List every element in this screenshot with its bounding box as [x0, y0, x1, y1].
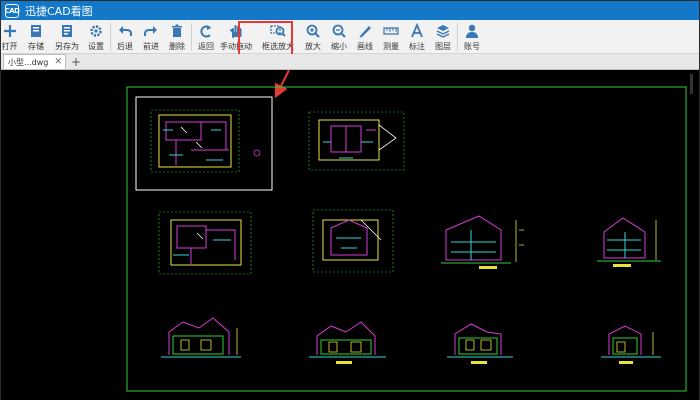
- ruler-icon: [383, 27, 399, 35]
- elevation-drawing-3: [447, 323, 513, 364]
- section-drawing-1: [441, 215, 524, 269]
- zoom-box-icon: [270, 25, 286, 37]
- open-button[interactable]: 打开: [1, 20, 18, 54]
- text-a-icon: [411, 23, 423, 38]
- account-button[interactable]: 账号: [461, 20, 483, 54]
- callout-arrow: [274, 70, 290, 99]
- drawing-canvas[interactable]: [1, 70, 699, 400]
- floor-plan-3: [158, 211, 252, 275]
- zoom-in-button[interactable]: 放大: [302, 20, 324, 54]
- toolbar-divider: [110, 23, 111, 51]
- measure-button[interactable]: 测量: [380, 20, 402, 54]
- pan-button[interactable]: 手动拖动: [220, 20, 252, 54]
- elevation-drawing-4: [601, 325, 661, 364]
- return-button[interactable]: 返回: [195, 20, 217, 54]
- delete-button[interactable]: 删除: [166, 20, 188, 54]
- title-bar: CAD 迅捷CAD看图: [1, 1, 699, 20]
- hand-icon: [230, 25, 242, 38]
- zoom-box-button[interactable]: 框选放大: [258, 20, 298, 54]
- document-tab-bar: 小型...dwg ✕ +: [1, 54, 699, 70]
- undo-icon: [119, 26, 132, 36]
- save-icon: [31, 25, 41, 37]
- elevation-drawing-2: [309, 321, 386, 364]
- section-drawing-2: [597, 217, 661, 267]
- undo-button[interactable]: 后退: [114, 20, 136, 54]
- canvas-scroll-handle[interactable]: [690, 74, 693, 94]
- pen-icon: [359, 26, 371, 38]
- annotate-button[interactable]: 标注: [406, 20, 428, 54]
- toolbar-divider: [191, 23, 192, 51]
- zoom-out-icon: [332, 24, 346, 38]
- tab-label: 小型...dwg: [8, 57, 49, 67]
- zoom-in-icon: [306, 24, 320, 38]
- zoom-out-button[interactable]: 缩小: [328, 20, 350, 54]
- trash-icon: [172, 24, 182, 37]
- plus-icon: [3, 25, 16, 37]
- cad-drawing: [126, 70, 687, 392]
- tab-drawing-file[interactable]: 小型...dwg ✕: [3, 54, 66, 69]
- floor-plan-1: [150, 109, 261, 173]
- settings-button[interactable]: 设置: [85, 20, 107, 54]
- layers-icon: [436, 25, 450, 38]
- redo-button[interactable]: 前进: [140, 20, 162, 54]
- close-icon[interactable]: ✕: [54, 57, 62, 67]
- app-title: 迅捷CAD看图: [25, 4, 93, 18]
- user-icon: [466, 24, 478, 38]
- floor-plan-2: [308, 111, 405, 171]
- toolbar-divider: [457, 23, 458, 51]
- floor-plan-4: [312, 209, 394, 273]
- new-tab-button[interactable]: +: [69, 54, 83, 69]
- app-logo-icon: CAD: [5, 3, 20, 18]
- elevation-drawing-1: [161, 317, 241, 358]
- draw-line-button[interactable]: 画线: [354, 20, 376, 54]
- gear-icon: [90, 25, 102, 37]
- return-icon: [200, 25, 211, 38]
- main-toolbar: 打开 存储 另存为 设置 后退 前进 删除 返回 手动拖动 框选放大 放大 缩小…: [1, 20, 699, 54]
- save-as-icon: [62, 25, 72, 37]
- save-button[interactable]: 存储: [22, 20, 50, 54]
- layers-button[interactable]: 图层: [432, 20, 454, 54]
- redo-icon: [144, 26, 157, 36]
- cad-viewer-window: CAD 迅捷CAD看图 打开 存储 另存为 设置 后退 前进 删除 返回 手动拖…: [0, 0, 700, 400]
- save-as-button[interactable]: 另存为: [52, 20, 82, 54]
- zoom-selection-box: [135, 96, 273, 191]
